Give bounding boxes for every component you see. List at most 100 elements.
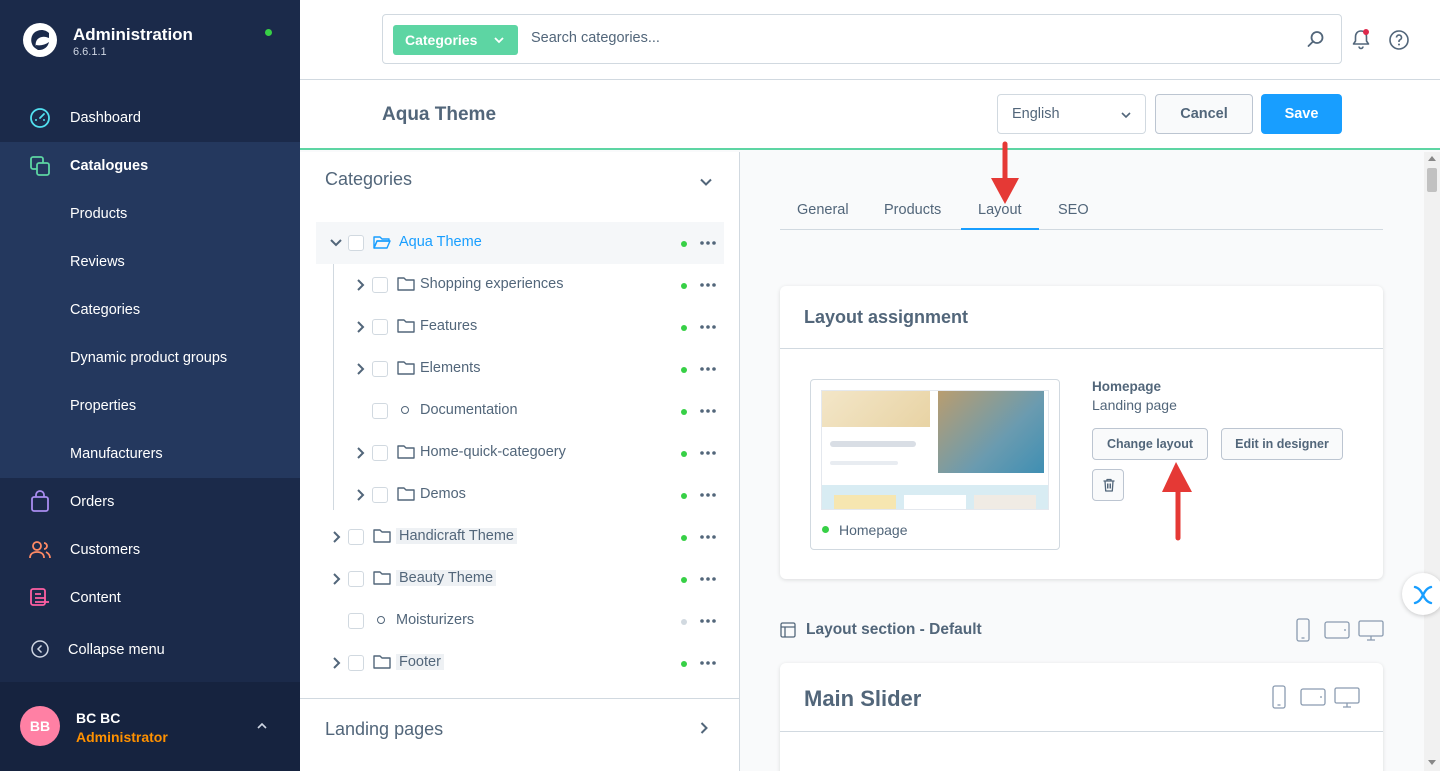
thumbnail-image	[822, 391, 930, 427]
nav-label: Products	[70, 206, 128, 222]
tree-checkbox[interactable]	[348, 655, 364, 671]
collapse-menu-button[interactable]: Collapse menu	[0, 626, 300, 674]
more-actions-icon[interactable]	[699, 570, 717, 588]
divider	[780, 731, 1383, 732]
mobile-icon[interactable]	[1266, 685, 1292, 709]
search-input[interactable]	[531, 30, 1231, 46]
more-actions-icon[interactable]	[699, 444, 717, 462]
scroll-down-icon[interactable]	[1428, 760, 1436, 765]
search-type-select[interactable]: Categories	[393, 25, 518, 55]
more-actions-icon[interactable]	[699, 276, 717, 294]
tree-item[interactable]: Moisturizers	[316, 600, 724, 642]
mobile-icon[interactable]	[1290, 618, 1316, 642]
scroll-thumb[interactable]	[1427, 168, 1437, 192]
tablet-icon[interactable]	[1324, 618, 1350, 642]
tab-general[interactable]: General	[797, 202, 849, 230]
user-role: Administrator	[76, 729, 168, 745]
tree-checkbox[interactable]	[372, 445, 388, 461]
more-actions-icon[interactable]	[699, 318, 717, 336]
nav-products[interactable]: Products	[0, 190, 300, 238]
nav-properties[interactable]: Properties	[0, 382, 300, 430]
chevron-right-icon[interactable]	[356, 279, 366, 291]
tree-item[interactable]: Beauty Theme	[316, 558, 724, 600]
catalogue-icon	[30, 156, 50, 176]
tree-checkbox[interactable]	[348, 571, 364, 587]
nav-content[interactable]: Content	[0, 574, 300, 622]
user-name: BC BC	[76, 710, 121, 726]
tree-item-name: Handicraft Theme	[396, 528, 517, 544]
tree-item[interactable]: Handicraft Theme	[316, 516, 724, 558]
tree-checkbox[interactable]	[372, 277, 388, 293]
tree-checkbox[interactable]	[348, 235, 364, 251]
tree-item[interactable]: Elements	[316, 348, 724, 390]
more-actions-icon[interactable]	[699, 234, 717, 252]
nav-label: Content	[70, 590, 121, 606]
cancel-button[interactable]: Cancel	[1155, 94, 1253, 134]
chevron-up-icon[interactable]	[256, 720, 268, 732]
category-tree-panel: Categories Aqua Theme Shopping experienc…	[300, 152, 740, 771]
chevron-right-icon[interactable]	[332, 531, 342, 543]
landing-pages-section[interactable]: Landing pages	[300, 698, 740, 771]
nav-orders[interactable]: Orders	[0, 478, 300, 526]
thumbnail-tile	[834, 495, 896, 509]
thumbnail-tile	[904, 495, 966, 509]
chevron-right-icon[interactable]	[356, 363, 366, 375]
edit-in-designer-button[interactable]: Edit in designer	[1221, 428, 1343, 460]
notification-bell-icon[interactable]	[1350, 28, 1372, 50]
desktop-icon[interactable]	[1334, 685, 1360, 709]
tree-checkbox[interactable]	[348, 613, 364, 629]
content-scrollbar[interactable]	[1424, 152, 1440, 771]
chevron-right-icon[interactable]	[332, 573, 342, 585]
more-actions-icon[interactable]	[699, 612, 717, 630]
more-actions-icon[interactable]	[699, 486, 717, 504]
nav-reviews[interactable]: Reviews	[0, 238, 300, 286]
change-layout-button[interactable]: Change layout	[1092, 428, 1208, 460]
tree-item[interactable]: Demos	[316, 474, 724, 516]
chevron-down-icon[interactable]	[699, 175, 713, 189]
tree-checkbox[interactable]	[372, 361, 388, 377]
tree-item[interactable]: Aqua Theme	[316, 222, 724, 264]
scroll-up-icon[interactable]	[1428, 156, 1436, 161]
save-button[interactable]: Save	[1261, 94, 1342, 134]
app-title: Administration	[73, 25, 193, 44]
nav-catalogues[interactable]: Catalogues	[0, 142, 300, 190]
assistant-button[interactable]	[1402, 573, 1440, 615]
tree-item[interactable]: Shopping experiences	[316, 264, 724, 306]
language-select[interactable]: English	[997, 94, 1146, 134]
tree-checkbox[interactable]	[348, 529, 364, 545]
tree-checkbox[interactable]	[372, 403, 388, 419]
nav-dashboard[interactable]: Dashboard	[0, 94, 300, 142]
tab-seo[interactable]: SEO	[1058, 202, 1089, 230]
tablet-icon[interactable]	[1300, 685, 1326, 709]
nav-customers[interactable]: Customers	[0, 526, 300, 574]
page-title: Aqua Theme	[382, 104, 497, 125]
nav-manufacturers[interactable]: Manufacturers	[0, 430, 300, 478]
shopware-logo-icon[interactable]	[22, 22, 58, 58]
tree-item[interactable]: Home-quick-categoery	[316, 432, 724, 474]
layout-preview[interactable]: Homepage	[810, 379, 1060, 550]
remove-layout-button[interactable]	[1092, 469, 1124, 501]
tree-item[interactable]: Footer	[316, 642, 724, 684]
user-panel[interactable]: BB BC BC Administrator	[0, 682, 300, 771]
help-icon[interactable]	[1388, 29, 1410, 51]
tree-item[interactable]: Features	[316, 306, 724, 348]
more-actions-icon[interactable]	[699, 654, 717, 672]
tab-products[interactable]: Products	[884, 202, 941, 230]
search-icon[interactable]	[1307, 30, 1325, 48]
chevron-right-icon[interactable]	[356, 489, 366, 501]
chevron-down-icon[interactable]	[330, 238, 342, 248]
tree-checkbox[interactable]	[372, 319, 388, 335]
nav-dynamic-product-groups[interactable]: Dynamic product groups	[0, 334, 300, 382]
more-actions-icon[interactable]	[699, 528, 717, 546]
chevron-right-icon[interactable]	[356, 447, 366, 459]
more-actions-icon[interactable]	[699, 402, 717, 420]
thumbnail-line	[830, 461, 898, 465]
tree-item[interactable]: Documentation	[316, 390, 724, 432]
chevron-left-circle-icon	[31, 640, 49, 658]
chevron-right-icon[interactable]	[332, 657, 342, 669]
chevron-right-icon[interactable]	[356, 321, 366, 333]
more-actions-icon[interactable]	[699, 360, 717, 378]
desktop-icon[interactable]	[1358, 618, 1384, 642]
tree-checkbox[interactable]	[372, 487, 388, 503]
nav-categories[interactable]: Categories	[0, 286, 300, 334]
